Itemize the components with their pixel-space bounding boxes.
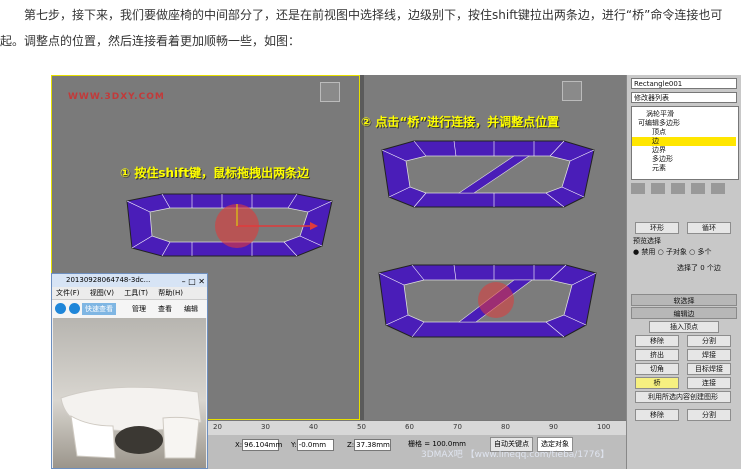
window-controls: – □ ✕: [182, 275, 205, 288]
ruler-tick: 100: [597, 423, 611, 431]
preview-multi-label: 多个: [697, 248, 712, 256]
back-icon[interactable]: [55, 303, 66, 314]
coord-y: Y: -0.0mm: [291, 439, 334, 451]
extrude-button[interactable]: 挤出: [635, 349, 679, 361]
footer-watermark: 3DMAX吧 【www.lineqq.com/tieba/1776】: [421, 450, 610, 460]
forward-icon[interactable]: [69, 303, 80, 314]
minimize-icon[interactable]: –: [182, 277, 186, 286]
create-shape-button[interactable]: 利用所选内容创建图形: [635, 391, 731, 403]
ruler-tick: 20: [213, 423, 222, 431]
z-field[interactable]: 37.38mm: [354, 439, 392, 451]
stack-tools: [631, 183, 737, 197]
ring-button[interactable]: 环形: [635, 222, 679, 234]
view-button[interactable]: 查看: [158, 300, 172, 318]
edit-button[interactable]: 编辑: [184, 300, 198, 318]
command-panel: Rectangle001 修改器列表 涡轮平滑 可编辑多边形 顶点 边 边界 多…: [626, 75, 741, 469]
preview-selection-label: 预览选择: [633, 237, 661, 245]
ruler-tick: 40: [309, 423, 318, 431]
maximize-icon[interactable]: □: [188, 277, 196, 286]
pin-stack-icon[interactable]: [631, 183, 645, 194]
stack-item-edge[interactable]: 边: [632, 137, 736, 146]
remove-modifier-icon[interactable]: [691, 183, 705, 194]
stack-item-element[interactable]: 元素: [652, 164, 741, 173]
target-weld-button[interactable]: 目标焊接: [687, 363, 731, 375]
quick-view-button[interactable]: 快速查看: [82, 303, 116, 315]
menu-file[interactable]: 文件(F): [56, 289, 80, 297]
preview-off-label: 禁用: [641, 248, 656, 256]
weld-button[interactable]: 焊接: [687, 349, 731, 361]
radio-off[interactable]: ●: [633, 248, 639, 256]
bridge-button[interactable]: 桥: [635, 377, 679, 389]
soft-selection-rollout[interactable]: 软选择: [631, 294, 737, 306]
stack-item-polygon[interactable]: 多边形: [652, 155, 741, 164]
article-line-1: 第七步，接下来，我们要做座椅的中间部分了，还是在前视图中选择线，边级别下，按住s…: [24, 8, 723, 22]
chamfer-button[interactable]: 切角: [635, 363, 679, 375]
modifier-list-dropdown[interactable]: 修改器列表: [631, 92, 737, 103]
edit-edges-rollout[interactable]: 编辑边: [631, 307, 737, 319]
viewer-toolbar: 快速查看 管理 查看 编辑: [52, 300, 207, 318]
remove-button[interactable]: 移除: [635, 335, 679, 347]
insert-vertex-button[interactable]: 插入顶点: [649, 321, 719, 333]
loop-button[interactable]: 循环: [687, 222, 731, 234]
ruler-tick: 50: [357, 423, 366, 431]
ruler-tick: 90: [549, 423, 558, 431]
y-field[interactable]: -0.0mm: [296, 439, 334, 451]
white-chair-image: [60, 386, 202, 459]
ruler-tick: 80: [501, 423, 510, 431]
make-unique-icon[interactable]: [671, 183, 685, 194]
coord-z: Z: 37.38mm: [347, 439, 392, 451]
preview-options: ● 禁用 ○ 子对象 ○ 多个: [633, 247, 712, 257]
window-titlebar[interactable]: 20130928064748-3dc... – □ ✕: [52, 274, 207, 287]
z-label: Z:: [347, 441, 355, 449]
chair-photo: [53, 318, 206, 468]
window-title: 20130928064748-3dc...: [66, 276, 151, 284]
stack-item-border[interactable]: 边界: [652, 146, 741, 155]
timeline-ruler[interactable]: 20 30 40 50 60 70 80 90 100: [203, 421, 626, 435]
ruler-tick: 30: [261, 423, 270, 431]
bottom-split-button[interactable]: 分割: [687, 409, 731, 421]
preview-sub-label: 子对象: [665, 248, 687, 256]
modifier-stack: 涡轮平滑 可编辑多边形 顶点 边 边界 多边形 元素: [631, 106, 739, 180]
object-name-field[interactable]: Rectangle001: [631, 78, 737, 89]
ruler-tick: 60: [405, 423, 414, 431]
close-icon[interactable]: ✕: [198, 277, 205, 286]
image-viewer-window: 20130928064748-3dc... – □ ✕ 文件(F) 视图(V) …: [51, 273, 208, 469]
radio-sub[interactable]: ○: [658, 248, 664, 256]
viewport-perspective[interactable]: ② 点击“桥”进行连接，并调整点位置: [361, 75, 626, 420]
article-text: 第七步，接下来，我们要做座椅的中间部分了，还是在前视图中选择线，边级别下，按住s…: [0, 0, 750, 70]
stack-item-vertex[interactable]: 顶点: [652, 128, 741, 137]
stack-item-editable-poly[interactable]: 可编辑多边形: [638, 119, 741, 128]
configure-icon[interactable]: [711, 183, 725, 194]
menu-view[interactable]: 视图(V): [90, 289, 114, 297]
bottom-remove-button[interactable]: 移除: [635, 409, 679, 421]
ruler-tick: 70: [453, 423, 462, 431]
article-line-2: 起。调整点的位置，然后连接看着更加顺畅一些，如图：: [0, 34, 301, 48]
menu-help[interactable]: 帮助(H): [158, 289, 183, 297]
selection-count: 选择了 0 个边: [677, 264, 721, 272]
radio-multi[interactable]: ○: [689, 248, 695, 256]
split-button[interactable]: 分割: [687, 335, 731, 347]
show-end-icon[interactable]: [651, 183, 665, 194]
x-label: X:: [235, 441, 243, 449]
menu-bar: 文件(F) 视图(V) 工具(T) 帮助(H): [52, 287, 207, 300]
manage-button[interactable]: 管理: [132, 300, 146, 318]
x-field[interactable]: 96.104mm: [242, 439, 282, 451]
menu-tools[interactable]: 工具(T): [124, 289, 148, 297]
coord-x: X: 96.104mm: [235, 439, 282, 451]
max-screenshot: WWW.3DXY.COM ① 按住shift键，鼠标拖拽出两条边 ② 点击“桥”…: [51, 75, 741, 469]
connect-button[interactable]: 连接: [687, 377, 731, 389]
stack-item-turbosmooth[interactable]: 涡轮平滑: [646, 110, 741, 119]
status-bar: 20 30 40 50 60 70 80 90 100 X: 96.104mm Y…: [203, 420, 626, 469]
seat-meshes-right: [378, 140, 597, 338]
